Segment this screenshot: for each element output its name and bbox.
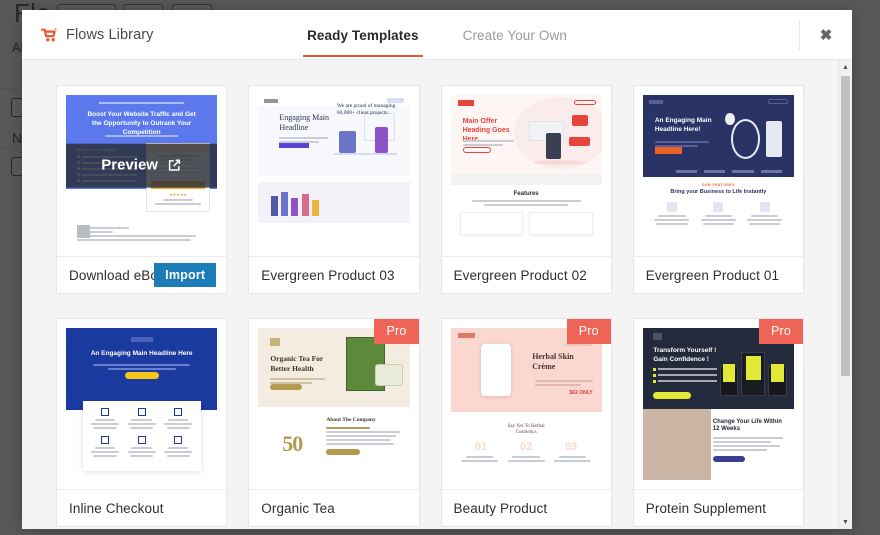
template-footer: Organic Tea bbox=[249, 489, 419, 526]
template-card[interactable]: Main Offer Heading Goes Here bbox=[440, 85, 612, 294]
template-preview-image: INTRODUCING Herbal Skin Crème $62 ONLY S… bbox=[450, 328, 602, 480]
cart-logo-icon bbox=[41, 27, 58, 41]
preview-button[interactable]: Preview bbox=[66, 143, 218, 188]
template-footer: Beauty Product bbox=[441, 489, 611, 526]
template-card[interactable]: An Engaging Main Headline Here Inline Ch… bbox=[56, 318, 228, 527]
template-title: Beauty Product bbox=[453, 500, 548, 516]
template-card[interactable]: Boost Your Website Traffic and Get the O… bbox=[56, 85, 228, 294]
template-card[interactable]: Pro INTRODUCING Herbal Skin Crème $62 ON… bbox=[440, 318, 612, 527]
template-title: Organic Tea bbox=[261, 500, 335, 516]
template-title: Evergreen Product 03 bbox=[261, 267, 395, 283]
header-right: ✖ bbox=[799, 10, 852, 59]
preview-label: Preview bbox=[101, 156, 158, 174]
template-title: Inline Checkout bbox=[69, 500, 164, 516]
template-thumbnail[interactable]: Organic Tea For Better Health 50 About T… bbox=[258, 328, 410, 480]
scroll-up-arrow-icon[interactable]: ▲ bbox=[839, 60, 852, 74]
scroll-down-arrow-icon[interactable]: ▼ bbox=[839, 515, 852, 529]
template-preview-image: Engaging Main Headline We are proud of m… bbox=[258, 95, 410, 247]
template-footer: Download eBook Import bbox=[57, 256, 227, 293]
template-thumbnail[interactable]: Engaging Main Headline We are proud of m… bbox=[258, 95, 410, 247]
template-footer: Inline Checkout bbox=[57, 489, 227, 526]
template-thumbnail[interactable]: Transform Yourself ! Gain Confidence ! C… bbox=[642, 328, 794, 480]
template-title: Evergreen Product 01 bbox=[645, 267, 780, 283]
pro-badge: Pro bbox=[758, 319, 803, 344]
template-footer: Protein Supplement bbox=[633, 489, 803, 526]
years-badge: 50 bbox=[282, 430, 303, 456]
template-thumbnail[interactable]: INTRODUCING Herbal Skin Crème $62 ONLY S… bbox=[450, 328, 602, 480]
template-card[interactable]: Pro Organic Tea For Better Health 50 Abo… bbox=[248, 318, 420, 527]
templates-scroll-area: Boost Your Website Traffic and Get the O… bbox=[22, 60, 838, 529]
template-footer: Evergreen Product 02 bbox=[441, 256, 611, 293]
templates-grid: Boost Your Website Traffic and Get the O… bbox=[56, 85, 804, 527]
template-thumbnail[interactable]: An Engaging Main Headline Here! OUR FEAT… bbox=[642, 95, 794, 247]
pro-badge: Pro bbox=[566, 319, 611, 344]
external-link-icon bbox=[168, 159, 181, 172]
template-card[interactable]: Engaging Main Headline We are proud of m… bbox=[248, 85, 420, 294]
template-preview-image: Organic Tea For Better Health 50 About T… bbox=[258, 328, 410, 480]
scrollbar-thumb[interactable] bbox=[841, 76, 850, 376]
modal-body: Boost Your Website Traffic and Get the O… bbox=[22, 60, 852, 529]
modal-header: Flows Library Ready Templates Create You… bbox=[22, 10, 852, 60]
template-thumbnail[interactable]: An Engaging Main Headline Here bbox=[66, 328, 218, 480]
template-title: Evergreen Product 02 bbox=[453, 267, 587, 283]
template-preview-image: An Engaging Main Headline Here! OUR FEAT… bbox=[642, 95, 794, 247]
tab-create-your-own[interactable]: Create Your Own bbox=[461, 14, 569, 56]
pro-badge: Pro bbox=[374, 319, 419, 344]
template-thumbnail[interactable]: Main Offer Heading Goes Here bbox=[450, 95, 602, 247]
close-icon[interactable]: ✖ bbox=[800, 10, 852, 60]
flows-library-modal: Flows Library Ready Templates Create You… bbox=[22, 10, 852, 529]
template-card[interactable]: An Engaging Main Headline Here! OUR FEAT… bbox=[632, 85, 804, 294]
template-preview-image: Main Offer Heading Goes Here bbox=[450, 95, 602, 247]
tab-ready-templates[interactable]: Ready Templates bbox=[303, 14, 423, 57]
import-button[interactable]: Import bbox=[154, 263, 217, 287]
vertical-scrollbar[interactable]: ▲ ▼ bbox=[838, 60, 852, 529]
template-preview-image: An Engaging Main Headline Here bbox=[66, 328, 218, 480]
brand: Flows Library bbox=[22, 27, 154, 43]
template-footer: Evergreen Product 01 bbox=[633, 256, 803, 293]
template-title: Protein Supplement bbox=[645, 500, 767, 516]
template-thumbnail[interactable]: Boost Your Website Traffic and Get the O… bbox=[66, 95, 218, 247]
template-preview-image: Transform Yourself ! Gain Confidence ! C… bbox=[642, 328, 794, 480]
template-footer: Evergreen Product 03 bbox=[249, 256, 419, 293]
template-card[interactable]: Pro Transform Yourself ! Gain Confidence… bbox=[632, 318, 804, 527]
brand-name: Flows Library bbox=[66, 26, 154, 43]
